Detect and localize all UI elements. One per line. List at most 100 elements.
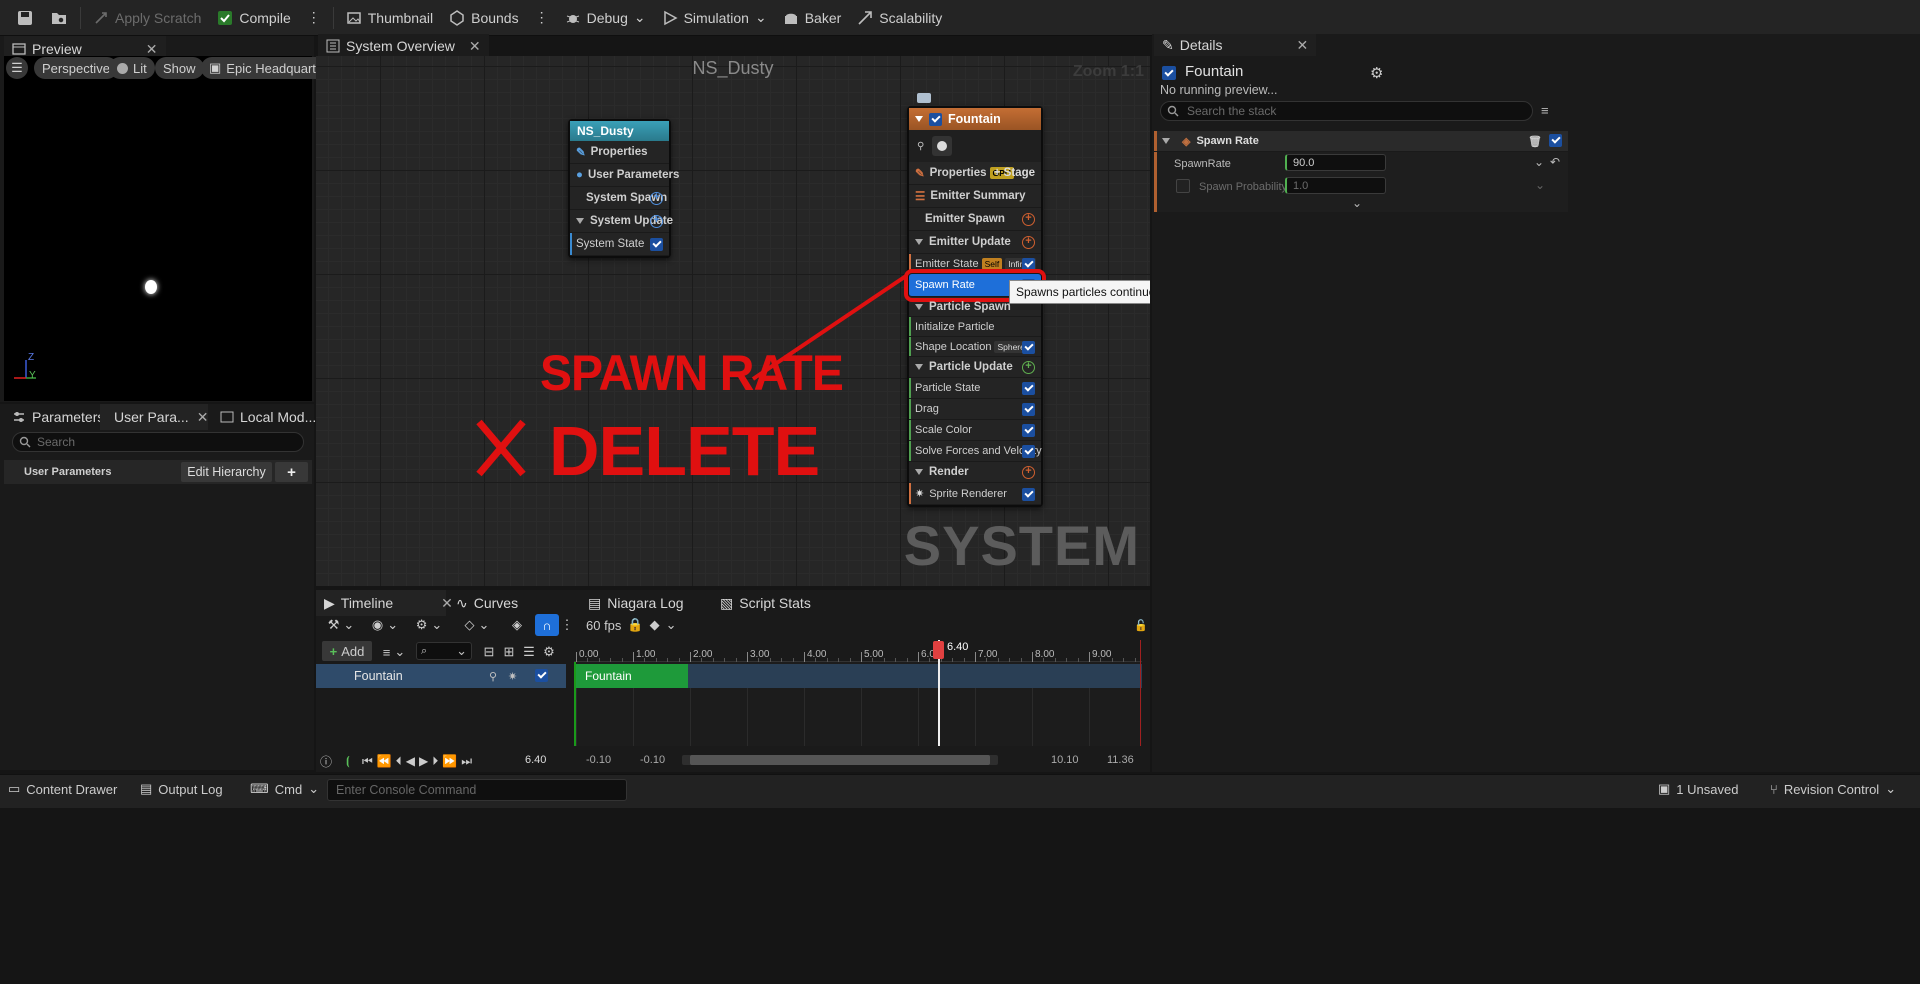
play-icon[interactable]: ▶ (419, 754, 428, 768)
bounds-options-icon[interactable]: ⋮ (535, 9, 549, 26)
pin-icon[interactable]: ⚲ (489, 670, 497, 683)
gear-icon[interactable]: ⚙ (542, 641, 556, 663)
working-range-end[interactable]: 10.10 (1051, 754, 1079, 766)
track-search-input[interactable]: ⌕ ⌄ (416, 642, 472, 660)
tab-system-overview[interactable]: System Overview ✕ (318, 34, 489, 58)
key-icon: ◈ (512, 617, 522, 632)
reset-icon[interactable]: ↶ (1550, 155, 1560, 169)
content-drawer-button[interactable]: ▭ Content Drawer (8, 781, 117, 797)
revision-control-button[interactable]: ⑂ Revision Control ⌄ (1770, 781, 1896, 797)
step-back-icon[interactable]: ⏴ (396, 754, 402, 769)
key-options-button[interactable]: ◇ ⌄ (460, 614, 494, 636)
view-range-start[interactable]: -0.10 (586, 754, 611, 766)
spawn-probability-value-field[interactable]: 1.0 (1285, 177, 1386, 194)
show-button[interactable]: Show (155, 57, 204, 79)
isolate-icon[interactable]: ✷ (508, 670, 517, 683)
emitter-enabled-checkbox[interactable] (1162, 66, 1176, 80)
unlock-icon[interactable]: 🔓 (1134, 614, 1148, 636)
close-icon[interactable]: ✕ (146, 41, 158, 58)
skip-end-icon[interactable]: ⏭ (461, 754, 472, 769)
system-graph-canvas[interactable]: NS_Dusty Zoom 1:1 SYSTEM NS_Dusty ✎ Prope… (316, 56, 1150, 586)
track-enabled-checkbox[interactable] (535, 669, 548, 682)
save-button[interactable] (0, 0, 42, 36)
range-start-marker[interactable] (574, 662, 576, 746)
scalability-button[interactable]: Scalability (849, 0, 950, 36)
add-parameter-button[interactable]: + (275, 462, 308, 482)
skip-start-icon[interactable]: ⏮ (362, 754, 373, 769)
module-enabled-checkbox[interactable] (1549, 134, 1562, 147)
browse-button[interactable] (42, 0, 76, 36)
tab-timeline[interactable]: ▶ Timeline ✕ (316, 590, 453, 616)
filter-icon[interactable]: ≡ (1541, 103, 1549, 118)
list-icon[interactable]: ☰ (522, 641, 536, 663)
range-end-marker[interactable] (1140, 640, 1141, 746)
loop-range-icon[interactable]: ⦗ (346, 754, 350, 769)
fountain-track[interactable]: Fountain ⚲ ✷ (316, 664, 566, 688)
spawn-rate-section-header[interactable]: ◈ Spawn Rate 🗑 (1154, 131, 1568, 151)
unsaved-button[interactable]: ▣ 1 Unsaved (1658, 781, 1738, 797)
add-track-button[interactable]: + Add (322, 641, 372, 661)
tab-user-parameters[interactable]: User Para... ✕ (100, 404, 208, 430)
bounds-button[interactable]: Bounds ⋮ (441, 0, 556, 36)
simulation-button[interactable]: Simulation ⌄ (654, 0, 775, 36)
time-ruler[interactable] (574, 640, 1142, 662)
console-command-input[interactable]: Enter Console Command (327, 779, 627, 801)
parameters-search-input[interactable]: Search (12, 432, 304, 452)
timeline-scrollbar[interactable] (682, 755, 998, 765)
tab-parameters[interactable]: Parameters (4, 404, 112, 430)
perspective-button[interactable]: Perspective (34, 57, 118, 79)
playback-options-button[interactable]: ⚙ ⌄ (412, 614, 446, 636)
tab-script-stats[interactable]: ▧ Script Stats (712, 590, 819, 616)
filter-button[interactable]: ≡ ⌄ (380, 641, 408, 663)
prev-key-icon[interactable]: ⏪ (377, 754, 392, 768)
fountain-clip[interactable]: Fountain (576, 664, 688, 688)
viewport-menu-button[interactable]: ☰ (6, 57, 28, 79)
stack-search-input[interactable]: Search the stack (1160, 101, 1533, 121)
tab-niagara-log[interactable]: ▤ Niagara Log (580, 590, 692, 616)
tools-button[interactable]: ⚒ ⌄ (324, 614, 358, 636)
gear-icon[interactable]: ⚙ (1370, 64, 1383, 82)
preview-viewport[interactable] (4, 56, 312, 401)
close-icon[interactable]: ✕ (197, 409, 209, 426)
fps-selector[interactable]: 60 fps 🔒 ◆ ⌄ (586, 614, 677, 636)
expand-tracks-icon[interactable]: ⊞ (502, 641, 516, 663)
current-time-field[interactable]: 6.40 (525, 754, 546, 766)
debug-button[interactable]: Debug ⌄ (557, 0, 654, 36)
edit-hierarchy-button[interactable]: Edit Hierarchy (181, 462, 272, 482)
cmd-selector[interactable]: ⌨ Cmd ⌄ (250, 781, 319, 797)
compile-options-icon[interactable]: ⋮ (307, 9, 321, 26)
apply-scratch-button[interactable]: Apply Scratch (85, 0, 209, 36)
spawn-rate-value-field[interactable]: 90.0 (1285, 154, 1386, 171)
next-key-icon[interactable]: ⏩ (442, 754, 457, 768)
tab-local-modules[interactable]: Local Mod... (212, 404, 324, 430)
playhead-handle[interactable] (933, 641, 944, 659)
expand-advanced-icon[interactable]: ⌄ (1352, 196, 1362, 210)
chevron-down-icon[interactable]: ⌄ (1535, 178, 1545, 192)
tab-curves[interactable]: ∿ Curves (448, 590, 526, 616)
sequencer-area[interactable]: 0.00 1.00 2.00 3.00 4.00 5.00 6.00 7.00 8.00 9.00… (574, 640, 1142, 746)
view-range-end[interactable]: 11.36 (1107, 754, 1134, 766)
reverse-play-icon[interactable]: ◀ (406, 754, 415, 768)
collapse-tracks-icon[interactable]: ⊟ (482, 641, 496, 663)
thumbnail-button[interactable]: Thumbnail (338, 0, 441, 36)
step-forward-icon[interactable]: ⏵ (432, 754, 438, 769)
compile-button[interactable]: Compile ⋮ (209, 0, 328, 36)
tab-details[interactable]: ✎ Details ✕ (1154, 34, 1317, 56)
close-icon[interactable]: ✕ (469, 38, 481, 55)
collapse-icon[interactable] (1162, 138, 1170, 144)
trash-icon[interactable]: 🗑 (1528, 135, 1542, 148)
auto-key-button[interactable]: ◈ (506, 614, 528, 636)
scalability-icon (858, 10, 873, 25)
snap-options-icon[interactable]: ⋮ (561, 614, 574, 636)
lit-button[interactable]: Lit (109, 57, 155, 79)
output-log-button[interactable]: ▤ Output Log (140, 781, 223, 797)
close-icon[interactable]: ✕ (1297, 37, 1309, 54)
scrollbar-thumb[interactable] (690, 755, 990, 765)
chevron-down-icon[interactable]: ⌄ (1534, 155, 1544, 169)
snap-button[interactable]: ∩ (535, 614, 559, 636)
view-button[interactable]: ◉ ⌄ (368, 614, 402, 636)
working-range-start[interactable]: -0.10 (640, 754, 665, 766)
spawn-probability-checkbox[interactable] (1176, 179, 1190, 193)
info-icon[interactable]: ⓘ (320, 753, 334, 770)
baker-button[interactable]: Baker (775, 0, 850, 36)
